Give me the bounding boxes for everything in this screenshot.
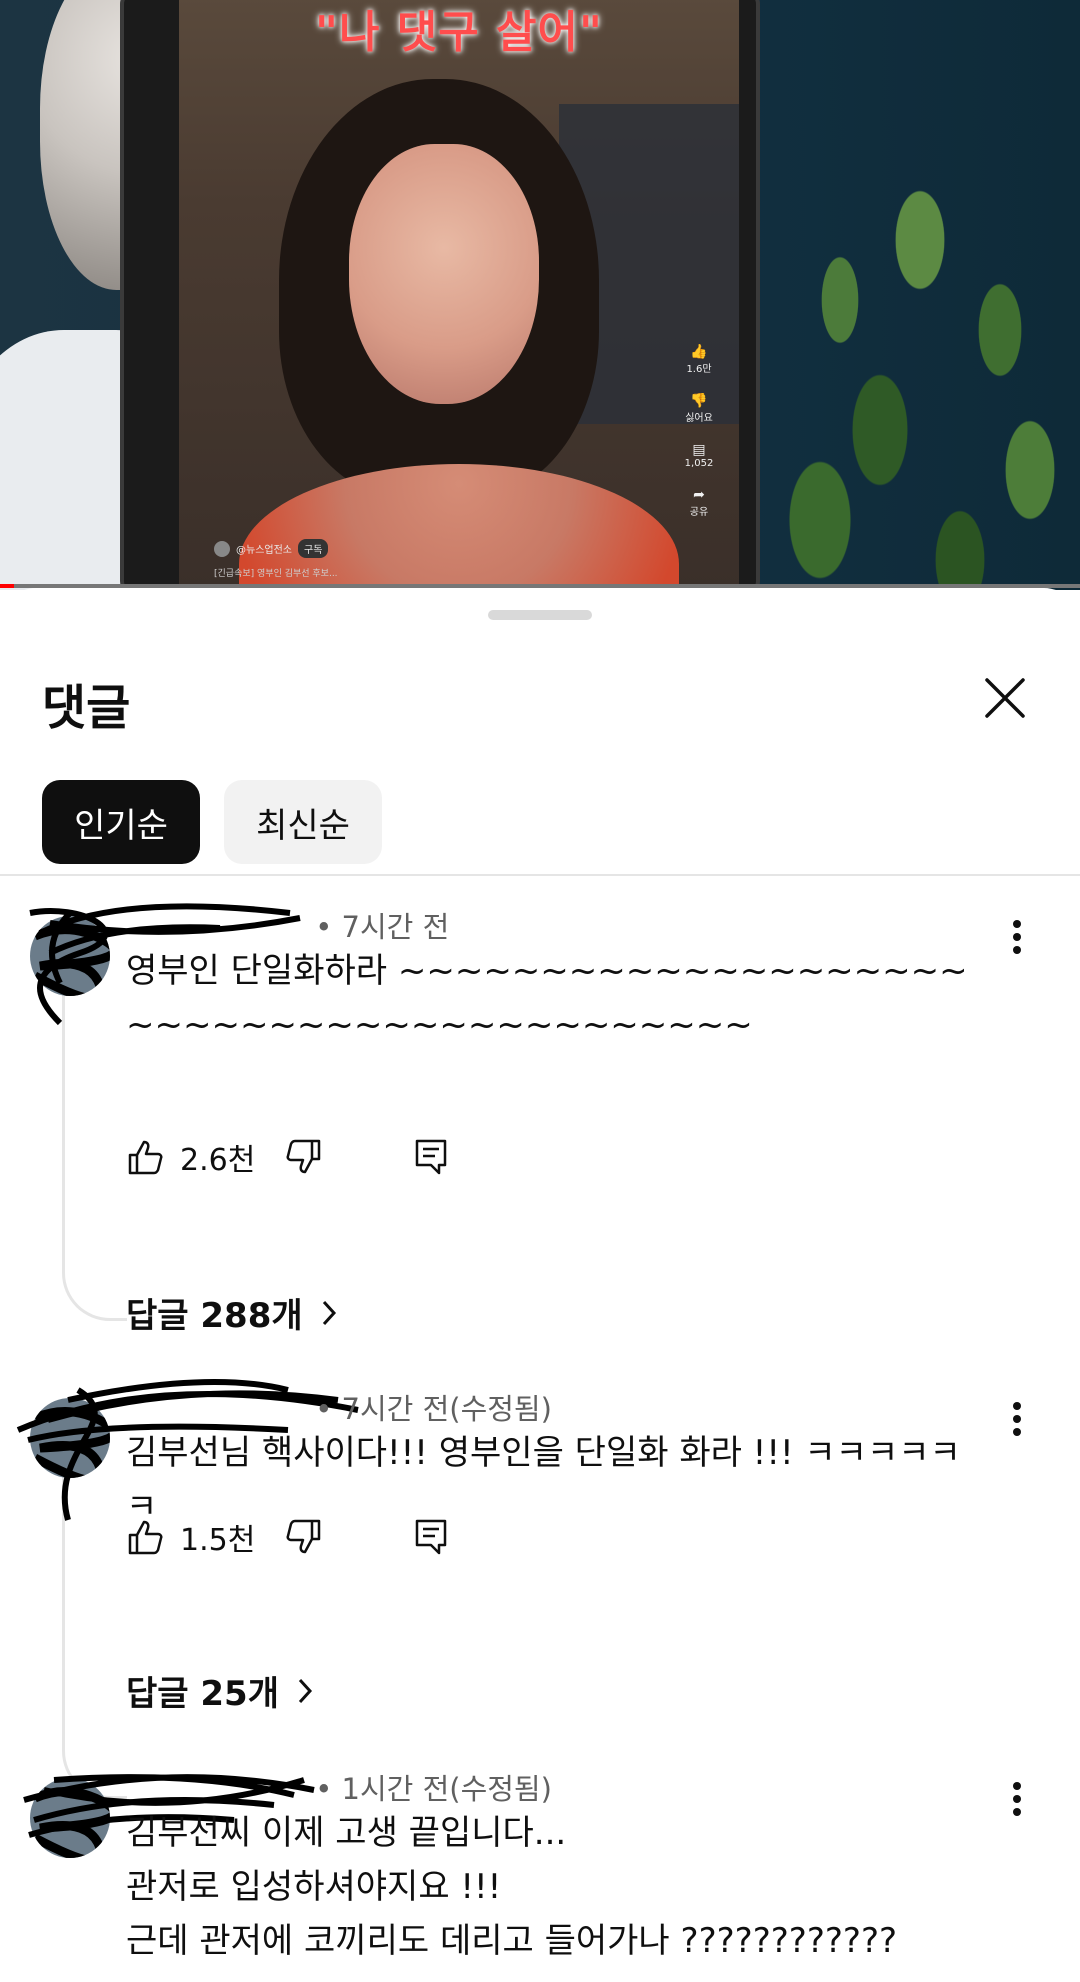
- subscribe-chip: 구독: [298, 539, 329, 558]
- progress-fill: [0, 584, 14, 588]
- view-replies-button[interactable]: 답글 25개: [126, 1666, 313, 1715]
- channel-handle: @뉴스업전소: [236, 545, 292, 556]
- sheet-divider: [0, 874, 1080, 876]
- more-options-button[interactable]: [990, 910, 1044, 964]
- author-name-redacted: [126, 914, 306, 944]
- more-options-button[interactable]: [990, 1392, 1044, 1446]
- comment-time: 1시간 전(수정됨): [341, 1772, 552, 1806]
- shorts-side-actions: 👍 1.6만 👎 싫어요 ▤ 1,052 ➦ 공유: [679, 344, 719, 536]
- dislike-button[interactable]: [283, 1517, 323, 1557]
- like-button[interactable]: [126, 1137, 166, 1177]
- thumbs-down-icon: 👎: [690, 393, 708, 409]
- shorts-like: 👍 1.6만: [679, 344, 719, 375]
- reply-button[interactable]: [413, 1517, 449, 1557]
- thumbs-up-icon: 👍: [690, 344, 708, 360]
- like-button[interactable]: [126, 1517, 166, 1557]
- comment-text: 김부선씨 이제 고생 끝입니다... 관저로 입성하셔야지요 !!! 근데 관저…: [126, 1813, 898, 1961]
- more-options-button[interactable]: [990, 1772, 1044, 1826]
- video-overlay-title: "나 댓구 살어": [315, 7, 603, 58]
- shorts-share: ➦ 공유: [679, 487, 719, 518]
- chip-popular[interactable]: 인기순: [42, 780, 200, 864]
- channel-avatar: [214, 540, 230, 557]
- replies-label: 답글 288개: [126, 1296, 303, 1336]
- comment-actions: 1.5천: [126, 1512, 449, 1562]
- thumbs-up-icon: [128, 1520, 163, 1555]
- close-icon: [985, 678, 1025, 718]
- share-icon: ➦: [693, 487, 705, 503]
- shorts-dislike: 👎 싫어요: [679, 393, 719, 424]
- shorts-channel-row: @뉴스업전소 구독: [214, 539, 329, 558]
- comment-time: 7시간 전(수정됨): [341, 1392, 552, 1426]
- comment-icon: ▤: [692, 442, 706, 458]
- shorts-caption: [긴급속보] 영부인 김부선 후보...: [214, 569, 338, 579]
- like-count: 1.5천: [180, 1523, 256, 1558]
- chevron-right-icon: [298, 1678, 313, 1703]
- plant-decoration: [760, 180, 1080, 590]
- drag-handle[interactable]: [488, 610, 592, 620]
- more-vert-icon: [1013, 1402, 1021, 1436]
- reply-comment-icon: [416, 1519, 447, 1555]
- author-name-redacted: [126, 1396, 306, 1426]
- comments-sheet: 댓글 인기순 최신순 • 7시간 전 영부인 단일화하라 ~~~~~~~~~~~…: [0, 588, 1080, 1982]
- held-phone: "나 댓구 살어" 👍 1.6만 👎 싫어요 ▤ 1,052 ➦ 공유 @뉴스업전소 구…: [120, 0, 760, 590]
- thread-line: [62, 984, 127, 1321]
- comment-meta: • 7시간 전: [126, 904, 449, 946]
- comment-meta: • 1시간 전(수정됨): [126, 1766, 552, 1808]
- more-vert-icon: [1013, 920, 1021, 954]
- thumbs-down-icon: [286, 1139, 321, 1174]
- thumbs-up-icon: [128, 1140, 163, 1175]
- comment-time: 7시간 전: [341, 910, 450, 944]
- author-name-redacted: [126, 1776, 306, 1806]
- chevron-right-icon: [322, 1300, 336, 1325]
- dislike-button[interactable]: [283, 1137, 323, 1177]
- comment-actions: 2.6천: [126, 1132, 449, 1182]
- shorts-comment: ▤ 1,052: [679, 442, 719, 469]
- woman-face: [349, 144, 539, 404]
- sheet-title: 댓글: [42, 680, 131, 736]
- close-button[interactable]: [975, 668, 1035, 728]
- more-vert-icon: [1013, 1782, 1021, 1816]
- reply-button[interactable]: [413, 1137, 449, 1177]
- sort-chips: 인기순 최신순: [42, 780, 382, 864]
- chip-newest[interactable]: 최신순: [224, 780, 382, 864]
- like-count: 2.6천: [180, 1143, 256, 1178]
- video-player[interactable]: "나 댓구 살어" 👍 1.6만 👎 싫어요 ▤ 1,052 ➦ 공유 @뉴스업전소 구…: [0, 0, 1080, 590]
- reply-comment-icon: [416, 1139, 447, 1175]
- comment-text: 영부인 단일화하라 ~~~~~~~~~~~~~~~~~~~~~~~~~~~~~~…: [126, 951, 968, 1045]
- comment-meta: • 7시간 전(수정됨): [126, 1386, 552, 1428]
- replies-label: 답글 25개: [126, 1674, 279, 1714]
- thumbs-down-icon: [286, 1519, 321, 1554]
- phone-screen: "나 댓구 살어" 👍 1.6만 👎 싫어요 ▤ 1,052 ➦ 공유 @뉴스업전소 구…: [179, 0, 739, 590]
- view-replies-button[interactable]: 답글 288개: [126, 1288, 337, 1337]
